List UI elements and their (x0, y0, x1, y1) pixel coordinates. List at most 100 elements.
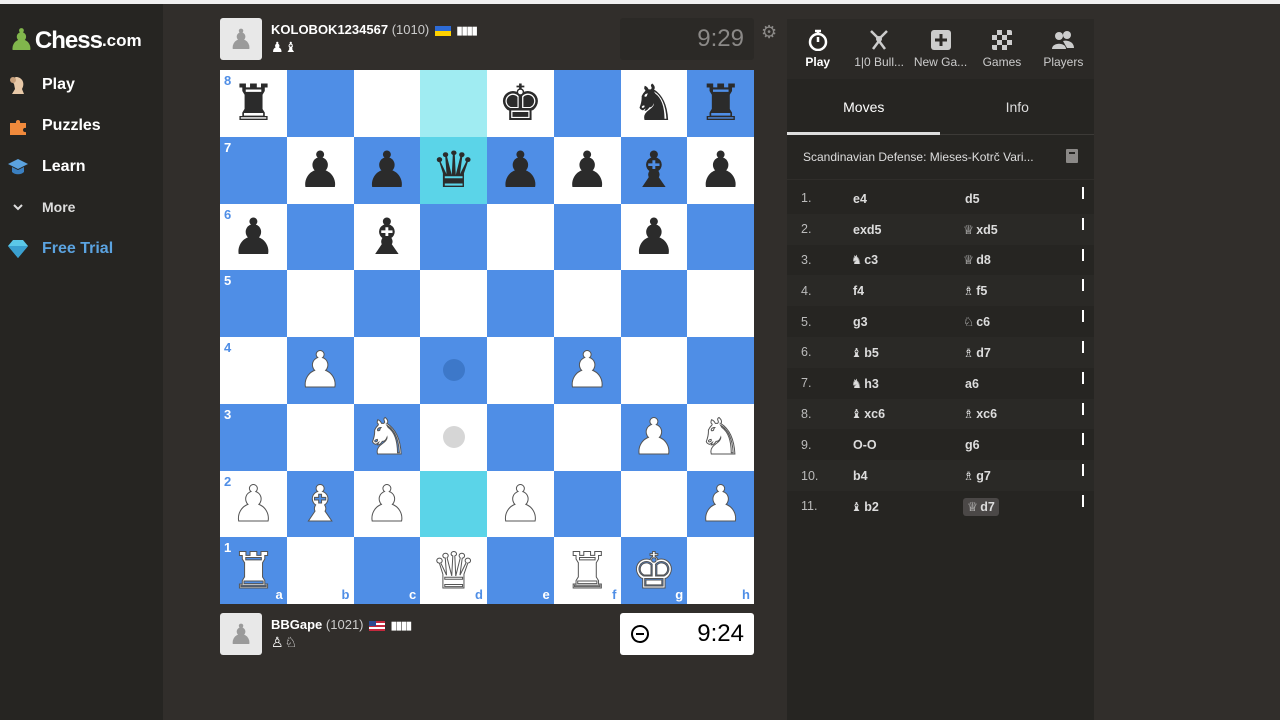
white-move[interactable]: O-O (843, 437, 955, 452)
black-pawn-g6[interactable]: ♟ (631, 212, 676, 262)
black-knight-g8[interactable]: ♞ (631, 78, 676, 128)
bottom-player-avatar[interactable]: ♟ (220, 613, 262, 655)
square-f1[interactable]: ♜ f (553, 537, 621, 604)
square-e2[interactable]: ♟ (487, 470, 554, 538)
white-move[interactable]: g3 (843, 314, 955, 329)
tab-play[interactable]: Play (787, 19, 848, 79)
square-h4[interactable] (687, 337, 754, 404)
square-b3[interactable] (286, 403, 354, 471)
square-f8[interactable] (553, 70, 621, 137)
tab-games[interactable]: Games (971, 19, 1032, 79)
opening-name[interactable]: Scandinavian Defense: Mieses-Kotrč Vari.… (787, 135, 1094, 180)
square-a3[interactable]: 3 (220, 403, 287, 471)
black-move[interactable]: ♘ c6 (955, 314, 1073, 329)
square-b4[interactable]: ♟ (286, 337, 354, 404)
square-h6[interactable] (687, 203, 754, 271)
white-pawn-h2[interactable]: ♟ (698, 478, 744, 529)
square-a2[interactable]: ♟ 2 (220, 470, 287, 538)
square-h1[interactable]: h (687, 537, 754, 604)
white-pawn-c2[interactable]: ♟ (364, 478, 410, 529)
white-move[interactable]: e4 (843, 191, 955, 206)
square-g6[interactable]: ♟ (620, 203, 688, 271)
white-move[interactable]: ♝ b5 (843, 345, 955, 360)
square-d3[interactable] (420, 403, 487, 471)
square-d7[interactable]: ♛ (420, 136, 487, 204)
square-f5[interactable] (553, 270, 621, 337)
square-b1[interactable]: b (286, 537, 354, 604)
black-rook-a8[interactable]: ♜ (231, 78, 276, 128)
white-pawn-a2[interactable]: ♟ (230, 478, 276, 529)
square-g7[interactable]: ♝ (620, 136, 688, 204)
square-f7[interactable]: ♟ (553, 136, 621, 204)
square-e1[interactable]: e (487, 537, 554, 604)
square-h7[interactable]: ♟ (687, 136, 754, 204)
move-hint-d3[interactable] (442, 426, 465, 449)
square-b8[interactable] (286, 70, 354, 137)
square-h8[interactable]: ♜ (687, 70, 754, 137)
move-hint-d4[interactable] (442, 359, 465, 382)
black-pawn-b7[interactable]: ♟ (298, 145, 343, 195)
black-move[interactable]: g6 (955, 437, 1073, 452)
black-move[interactable]: ♗ xc6 (955, 406, 1073, 421)
top-player-name[interactable]: KOLOBOK1234567 (271, 22, 388, 37)
square-c3[interactable]: ♞ (353, 403, 421, 471)
white-move[interactable]: b4 (843, 468, 955, 483)
square-g5[interactable] (620, 270, 688, 337)
square-c6[interactable]: ♝ (353, 203, 421, 271)
white-pawn-f4[interactable]: ♟ (564, 345, 610, 396)
black-pawn-c7[interactable]: ♟ (364, 145, 409, 195)
square-a7[interactable]: 7 (220, 136, 287, 204)
square-d4[interactable] (420, 337, 487, 404)
white-king-g1[interactable]: ♚ (631, 545, 677, 596)
square-c1[interactable]: c (353, 537, 421, 604)
square-c5[interactable] (353, 270, 421, 337)
black-pawn-h7[interactable]: ♟ (698, 145, 743, 195)
square-f4[interactable]: ♟ (553, 337, 621, 404)
square-g4[interactable] (620, 337, 688, 404)
square-h3[interactable]: ♞ (687, 403, 754, 471)
square-e5[interactable] (487, 270, 554, 337)
square-a5[interactable]: 5 (220, 270, 287, 337)
white-pawn-e2[interactable]: ♟ (497, 478, 543, 529)
square-a1[interactable]: ♜ 1 a (220, 537, 287, 604)
square-e8[interactable]: ♚ (487, 70, 554, 137)
white-bishop-b2[interactable]: ♝ (297, 478, 343, 529)
chess-com-logo[interactable]: ♟ Chess .com (8, 24, 142, 58)
square-b5[interactable] (286, 270, 354, 337)
black-move[interactable]: ♗ f5 (955, 283, 1073, 298)
white-move[interactable]: ♝ b2 (843, 499, 955, 514)
nav-puzzles[interactable]: Puzzles (6, 111, 101, 141)
nav-play[interactable]: Play (6, 70, 75, 100)
square-a4[interactable]: 4 (220, 337, 287, 404)
square-c2[interactable]: ♟ (353, 470, 421, 538)
square-c7[interactable]: ♟ (353, 136, 421, 204)
nav-free-trial[interactable]: Free Trial (6, 234, 113, 264)
black-move[interactable]: ♕ d8 (955, 252, 1073, 267)
square-e4[interactable] (487, 337, 554, 404)
square-h2[interactable]: ♟ (687, 470, 754, 538)
book-icon[interactable] (1066, 149, 1078, 163)
tab-moves[interactable]: Moves (787, 79, 941, 134)
black-pawn-e7[interactable]: ♟ (498, 145, 543, 195)
square-e7[interactable]: ♟ (487, 136, 554, 204)
square-f6[interactable] (553, 203, 621, 271)
tab-players[interactable]: Players (1033, 19, 1094, 79)
square-g3[interactable]: ♟ (620, 403, 688, 471)
tab-bullet[interactable]: 1|0 Bull... (848, 19, 909, 79)
white-pawn-b4[interactable]: ♟ (297, 345, 343, 396)
square-b6[interactable] (286, 203, 354, 271)
gear-icon[interactable]: ⚙ (761, 22, 777, 43)
square-a8[interactable]: ♜ 8 (220, 70, 287, 137)
square-d5[interactable] (420, 270, 487, 337)
square-d2[interactable] (420, 470, 487, 538)
tab-new-game[interactable]: New Ga... (910, 19, 971, 79)
square-b7[interactable]: ♟ (286, 136, 354, 204)
nav-learn[interactable]: Learn (6, 152, 86, 182)
tab-info[interactable]: Info (941, 79, 1095, 134)
black-bishop-c6[interactable]: ♝ (364, 212, 409, 262)
white-move[interactable]: exd5 (843, 222, 955, 237)
square-e3[interactable] (487, 403, 554, 471)
black-pawn-f7[interactable]: ♟ (565, 145, 610, 195)
white-rook-f1[interactable]: ♜ (564, 545, 610, 596)
black-rook-h8[interactable]: ♜ (698, 78, 743, 128)
